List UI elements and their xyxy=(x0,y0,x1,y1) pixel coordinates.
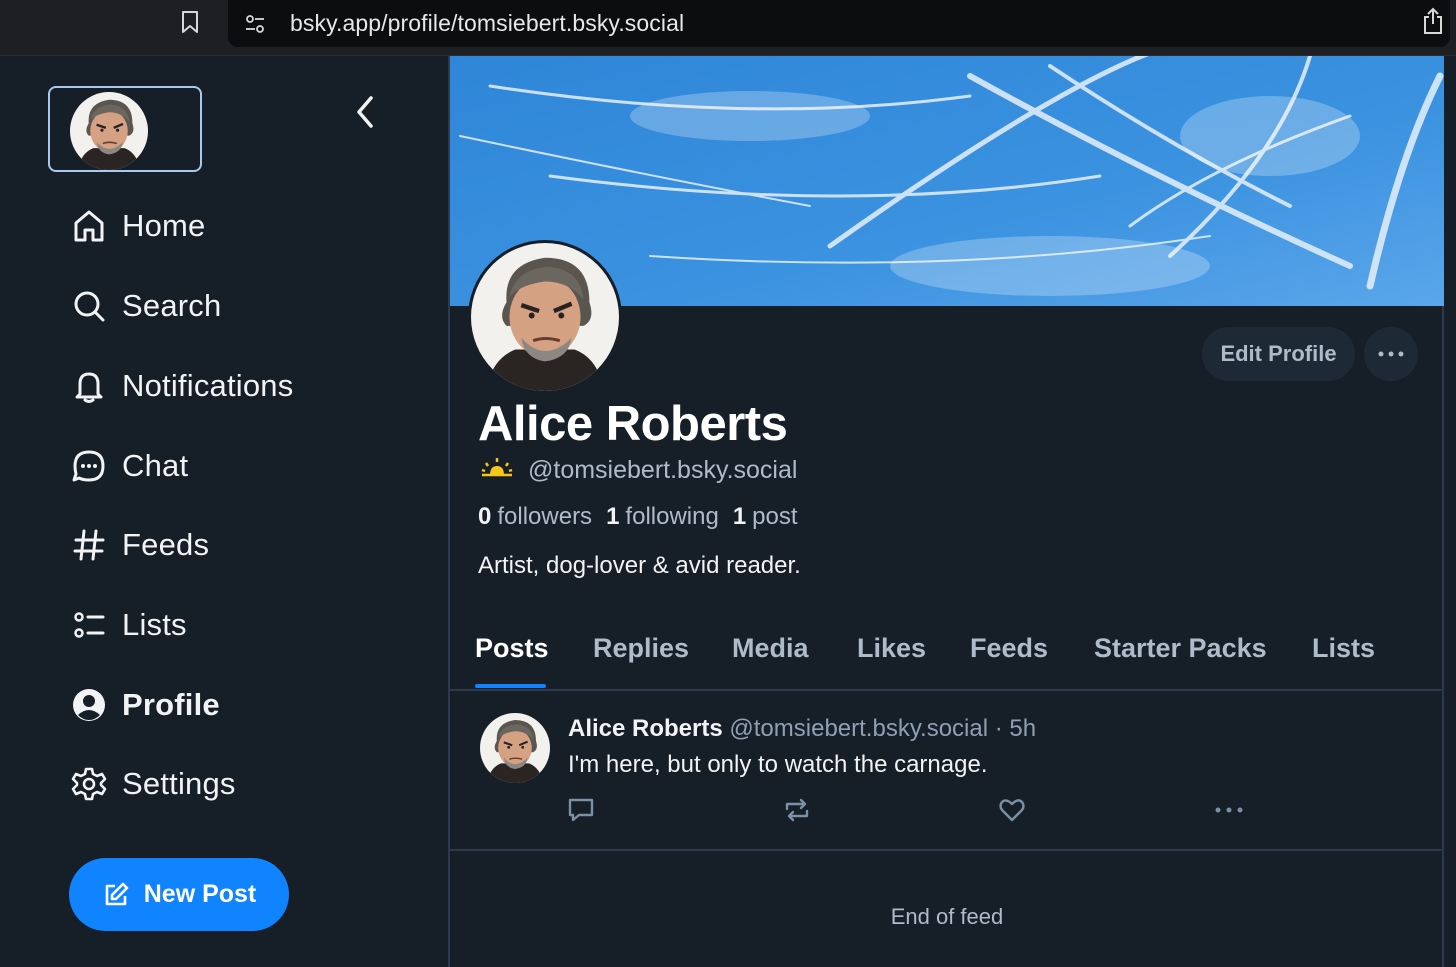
sidebar-item-profile[interactable]: Profile xyxy=(68,679,220,731)
like-button[interactable] xyxy=(997,795,1027,825)
ellipsis-icon xyxy=(1215,807,1243,813)
sidebar-item-notifications[interactable]: Notifications xyxy=(68,360,293,412)
profile-bio: Artist, dog-lover & avid reader. xyxy=(478,552,801,579)
site-settings-icon[interactable] xyxy=(242,11,268,37)
sidebar-item-chat[interactable]: Chat xyxy=(68,440,188,492)
sidebar-item-label: Home xyxy=(122,208,206,243)
gear-icon xyxy=(68,763,110,805)
list-icon xyxy=(68,604,110,646)
following-link[interactable]: 1 following xyxy=(606,503,719,531)
followers-link[interactable]: 0 followers xyxy=(478,503,592,531)
post-time[interactable]: 5h xyxy=(1009,715,1036,742)
sidebar-item-search[interactable]: Search xyxy=(68,280,221,332)
more-options-button[interactable] xyxy=(1364,327,1418,381)
reply-button[interactable] xyxy=(566,795,596,825)
active-tab-indicator xyxy=(475,684,546,688)
collapse-sidebar-button[interactable] xyxy=(348,94,382,130)
profile-display-name: Alice Roberts xyxy=(478,397,788,451)
sidebar-item-label: Profile xyxy=(122,687,220,722)
sidebar-item-label: Feeds xyxy=(122,527,210,562)
tab-starter-packs[interactable]: Starter Packs xyxy=(1094,633,1267,664)
sidebar-item-label: Settings xyxy=(122,766,236,801)
sidebar-item-label: Chat xyxy=(122,448,189,483)
left-sidebar: Home Search Notifications Chat Feeds Lis… xyxy=(0,56,448,967)
account-avatar-button[interactable] xyxy=(48,86,202,172)
profile-main: Edit Profile Alice Roberts @tomsiebert.b… xyxy=(448,56,1444,967)
post-author[interactable]: Alice Roberts xyxy=(568,715,723,742)
sidebar-item-label: Lists xyxy=(122,607,187,642)
home-icon xyxy=(68,205,110,247)
heart-icon xyxy=(999,799,1025,822)
avatar xyxy=(70,92,148,170)
chat-bubble-icon xyxy=(68,445,110,487)
post-header: Alice Roberts @tomsiebert.bsky.social · … xyxy=(568,715,1036,743)
new-post-label: New Post xyxy=(143,880,257,908)
profile-stats: 0 followers 1 following 1 post xyxy=(478,503,812,531)
profile-avatar[interactable] xyxy=(468,240,622,394)
posts-count: 1 post xyxy=(732,503,798,530)
tab-media[interactable]: Media xyxy=(732,633,809,664)
sidebar-item-home[interactable]: Home xyxy=(68,200,206,252)
tab-posts[interactable]: Posts xyxy=(475,633,549,664)
repost-icon xyxy=(785,798,809,822)
hash-icon xyxy=(68,524,110,566)
reply-icon xyxy=(568,798,594,822)
sidebar-item-feeds[interactable]: Feeds xyxy=(68,519,209,571)
bell-icon xyxy=(68,365,110,407)
compose-icon xyxy=(102,881,130,909)
bookmark-icon[interactable] xyxy=(176,8,204,36)
post-separator: · xyxy=(994,715,1003,742)
profile-handle[interactable]: @tomsiebert.bsky.social xyxy=(528,456,797,485)
url-text: bsky.app/profile/tomsiebert.bsky.social xyxy=(290,10,685,36)
post-handle[interactable]: @tomsiebert.bsky.social xyxy=(729,715,988,742)
sidebar-item-settings[interactable]: Settings xyxy=(68,758,236,810)
profile-tabs: Posts Replies Media Likes Feeds Starter … xyxy=(450,621,1444,691)
address-bar[interactable]: bsky.app/profile/tomsiebert.bsky.social xyxy=(228,0,1450,47)
tab-likes[interactable]: Likes xyxy=(857,633,926,664)
browser-toolbar: bsky.app/profile/tomsiebert.bsky.social xyxy=(0,0,1456,56)
tab-feeds[interactable]: Feeds xyxy=(970,633,1048,664)
feed-post[interactable]: Alice Roberts @tomsiebert.bsky.social · … xyxy=(450,693,1444,851)
tab-lists[interactable]: Lists xyxy=(1312,633,1375,664)
profile-handle-row: @tomsiebert.bsky.social xyxy=(480,456,797,485)
post-more-button[interactable] xyxy=(1214,795,1244,825)
ellipsis-icon xyxy=(1378,351,1404,357)
post-text: I'm here, but only to watch the carnage. xyxy=(568,751,988,778)
tab-replies[interactable]: Replies xyxy=(593,633,689,664)
search-icon xyxy=(68,285,110,327)
sidebar-item-label: Search xyxy=(122,288,222,323)
avatar[interactable] xyxy=(480,713,550,783)
repost-button[interactable] xyxy=(782,795,812,825)
sidebar-item-lists[interactable]: Lists xyxy=(68,599,187,651)
new-post-button[interactable]: New Post xyxy=(69,858,289,931)
sunrise-icon xyxy=(480,457,514,484)
edit-profile-button[interactable]: Edit Profile xyxy=(1202,327,1355,381)
end-of-feed: End of feed xyxy=(890,904,1004,929)
user-circle-icon xyxy=(68,684,110,726)
sidebar-item-label: Notifications xyxy=(122,368,294,403)
share-icon[interactable] xyxy=(1420,6,1446,36)
